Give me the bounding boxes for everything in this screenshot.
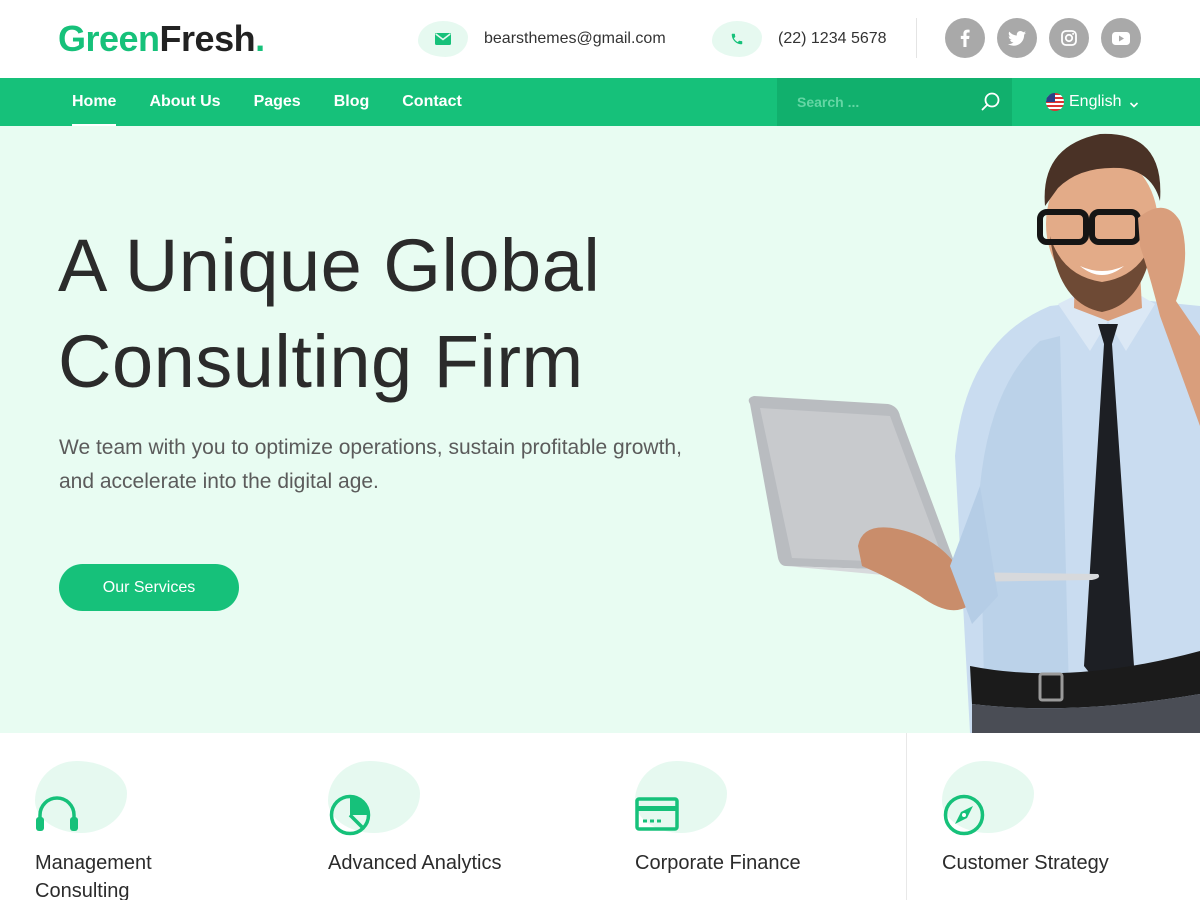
service-title: Corporate Finance	[635, 852, 801, 874]
compass-icon	[943, 794, 985, 836]
nav-item-home[interactable]: Home	[72, 78, 117, 126]
contact-phone[interactable]: (22) 1234 5678	[712, 20, 887, 58]
twitter-icon[interactable]	[997, 18, 1037, 58]
hero-subtitle: We team with you to optimize operations,…	[59, 436, 682, 493]
chevron-down-icon	[1129, 97, 1139, 108]
service-card-advanced-analytics[interactable]: Advanced Analytics	[328, 733, 588, 900]
services-section: Management Consulting Advanced Analytics…	[0, 733, 1200, 900]
logo-text-green: Green	[58, 18, 160, 59]
us-flag-icon	[1046, 93, 1064, 111]
hero-title-line-1: A Unique Global	[58, 224, 601, 307]
nav-item-about[interactable]: About Us	[149, 78, 220, 126]
nav-menu: Home About Us Pages Blog Contact	[72, 78, 495, 126]
nav-item-contact[interactable]: Contact	[402, 78, 462, 126]
businessman-with-laptop-image	[748, 133, 1200, 733]
header-divider	[916, 18, 917, 58]
our-services-button[interactable]: Our Services	[59, 564, 239, 611]
hero-title-line-2: Consulting Firm	[58, 320, 584, 403]
service-card-management-consulting[interactable]: Management Consulting	[35, 733, 295, 900]
email-text: bearsthemes@gmail.com	[484, 30, 666, 47]
search-icon[interactable]	[980, 91, 1002, 113]
pie-chart-icon	[329, 794, 371, 836]
logo-dot: .	[255, 18, 265, 59]
services-divider	[906, 733, 907, 900]
envelope-icon	[418, 21, 468, 57]
language-selector[interactable]: English	[1046, 78, 1139, 126]
service-title: Customer Strategy	[942, 852, 1109, 874]
top-header: GreenFresh. bearsthemes@gmail.com (22) 1…	[0, 0, 1200, 78]
phone-text: (22) 1234 5678	[778, 30, 887, 47]
main-navbar: Home About Us Pages Blog Contact English	[0, 78, 1200, 126]
service-card-customer-strategy[interactable]: Customer Strategy	[942, 733, 1200, 900]
credit-card-icon	[635, 797, 679, 831]
facebook-icon[interactable]	[945, 18, 985, 58]
phone-icon	[712, 21, 762, 57]
hero-section: A Unique Global Consulting Firm We team …	[0, 126, 1200, 733]
nav-item-pages[interactable]: Pages	[254, 78, 301, 126]
youtube-icon[interactable]	[1101, 18, 1141, 58]
nav-item-blog[interactable]: Blog	[334, 78, 370, 126]
language-label: English	[1069, 93, 1122, 110]
logo[interactable]: GreenFresh.	[58, 18, 265, 60]
service-card-corporate-finance[interactable]: Corporate Finance	[635, 733, 895, 900]
hero-title: A Unique Global Consulting Firm	[58, 218, 758, 410]
contact-email[interactable]: bearsthemes@gmail.com	[418, 20, 666, 58]
instagram-icon[interactable]	[1049, 18, 1089, 58]
service-title: Advanced Analytics	[328, 852, 502, 874]
service-title: Management Consulting	[35, 852, 152, 900]
social-links	[945, 18, 1141, 58]
search-box	[777, 78, 1012, 126]
search-input[interactable]	[797, 94, 977, 110]
logo-text-fresh: Fresh	[159, 18, 256, 59]
headset-icon	[36, 796, 78, 831]
